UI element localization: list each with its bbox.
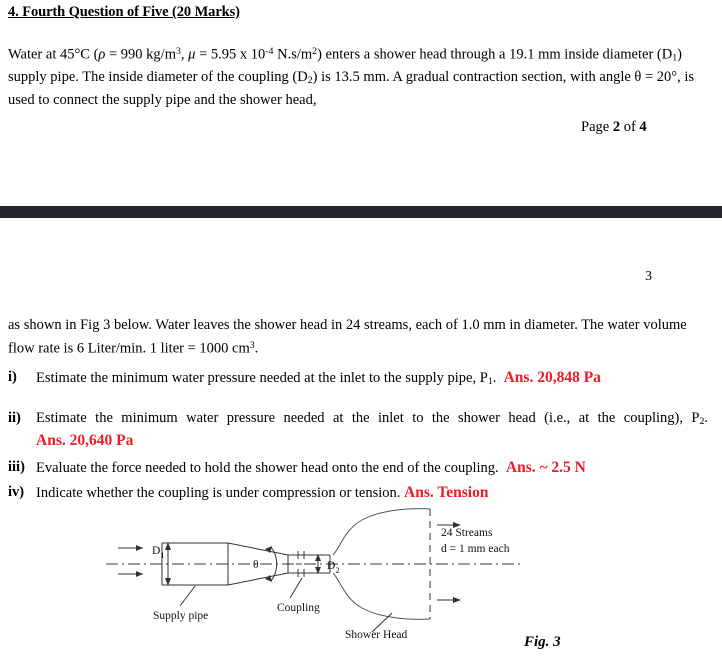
- inlet-flow-arrow-lower: [118, 571, 143, 577]
- shower-head-lower-curve: [332, 572, 431, 620]
- question-text-iii: Evaluate the force needed to hold the sh…: [36, 460, 499, 476]
- intro-paragraph: Water at 45°C (ρ = 990 kg/m3, μ = 5.95 x…: [8, 42, 708, 110]
- answer-ii: Ans. 20,640 Pa: [36, 432, 134, 450]
- slide-number: 3: [645, 269, 652, 284]
- d1-dimension-arrow: [165, 542, 171, 586]
- answer-i: Ans. 20,848 Pa: [503, 369, 601, 386]
- page-title: 4. Fourth Question of Five (20 Marks): [8, 4, 240, 20]
- question-text-ii: Estimate the minimum water pressure need…: [36, 410, 700, 426]
- coupling-leader: [289, 577, 303, 599]
- question-text-after-i: .: [492, 370, 497, 386]
- label-streams-diameter: d = 1 mm each: [441, 543, 510, 555]
- label-theta: θ: [253, 559, 259, 571]
- page-current: 2: [612, 119, 621, 135]
- page-middle: of: [620, 119, 640, 135]
- figure-svg: D1 θ D2 Supply pipe Coupling Shower Head…: [106, 508, 561, 650]
- question-body-i: Estimate the minimum water pressure need…: [36, 368, 708, 391]
- inlet-flow-arrow-upper: [118, 545, 143, 551]
- question-marker-i: i): [8, 369, 17, 385]
- question-item-iii: iii) Evaluate the force needed to hold t…: [8, 458, 708, 478]
- question-body-iii: Evaluate the force needed to hold the sh…: [36, 458, 708, 478]
- body-text-part2: .: [254, 340, 259, 357]
- answer-iii: Ans. ~ 2.5 N: [505, 459, 586, 476]
- question-text-after-ii: .: [704, 410, 708, 426]
- label-supply-pipe: Supply pipe: [153, 610, 208, 622]
- label-d1: D1: [152, 545, 165, 560]
- label-shower-head: Shower Head: [345, 629, 408, 641]
- outlet-stream-arrow-lower: [437, 597, 461, 603]
- body-text-part1: as shown in Fig 3 below. Water leaves th…: [8, 317, 687, 357]
- body-paragraph: as shown in Fig 3 below. Water leaves th…: [8, 316, 708, 359]
- intro-text-part6: ) enters a shower head through a 19.1 mm…: [317, 46, 673, 63]
- question-item-ii: ii) Estimate the minimum water pressure …: [8, 409, 708, 451]
- coupling-joint-mark-upper: [294, 551, 309, 559]
- label-coupling: Coupling: [277, 602, 320, 614]
- intro-text-part4: = 5.95 x 10: [195, 46, 266, 63]
- question-marker-iii: iii): [8, 459, 25, 475]
- figure-shower-head-diagram: D1 θ D2 Supply pipe Coupling Shower Head…: [0, 498, 722, 658]
- intro-text-part1: Water at 45°C (: [8, 46, 99, 63]
- page-prefix: Page: [581, 119, 613, 135]
- question-body-ii: Estimate the minimum water pressure need…: [36, 409, 708, 451]
- supply-pipe-leader: [179, 585, 196, 607]
- question-marker-ii: ii): [8, 410, 21, 426]
- label-streams-count: 24 Streams: [441, 527, 493, 539]
- question-item-i: i) Estimate the minimum water pressure n…: [8, 368, 708, 391]
- figure-caption: Fig. 3: [523, 634, 561, 650]
- coupling-joint-mark-lower: [294, 569, 309, 577]
- page-total: 4: [639, 119, 647, 135]
- separator-bar: [0, 206, 722, 218]
- page-indicator: Page 2 of 4: [581, 119, 647, 136]
- shower-head-upper-curve: [332, 508, 431, 556]
- intro-text-part5: N.s/m: [273, 46, 313, 63]
- question-text-i: Estimate the minimum water pressure need…: [36, 370, 488, 386]
- intro-text-part2: = 990 kg/m: [105, 46, 176, 63]
